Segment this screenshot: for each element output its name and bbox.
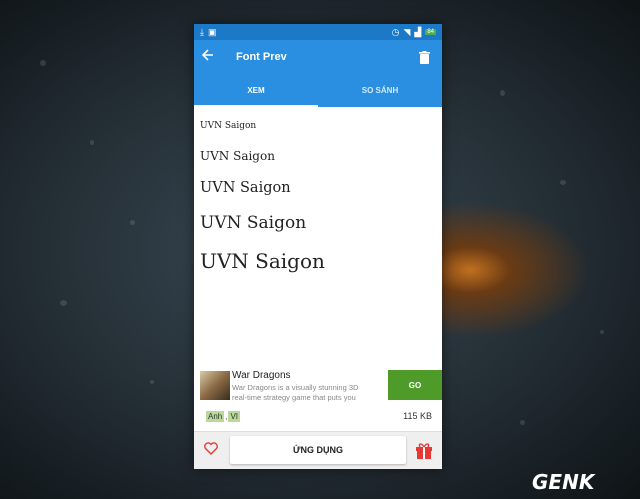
ad-description: War Dragons is a visually stunning 3D re… [232,383,359,402]
app-bar: Font Prev [194,40,442,74]
bottom-bar: ỨNG DỤNG [194,431,442,469]
apps-button[interactable]: ỨNG DỤNG [230,436,406,464]
phone-screen: ⤓ ▣ ◷ ◥ ▟ 84 Font Prev XEM SO SÁNH UVN S… [194,24,442,469]
preview-sample-2: UVN Saigon [200,149,275,163]
preview-sample-5: UVN Saigon [200,249,325,273]
tag-language: Anh [206,411,225,422]
trash-icon[interactable] [414,50,434,64]
heart-icon[interactable] [204,442,220,458]
ad-tags: Anh , VI [206,411,241,422]
download-icon: ⤓ [200,26,204,37]
wifi-icon: ◥ [403,26,411,37]
tab-indicator [194,105,318,107]
file-size: 115 KB [403,411,432,421]
tab-view[interactable]: XEM [194,74,318,107]
preview-sample-1: UVN Saigon [200,121,257,131]
battery-icon: 84 [425,29,436,35]
ad-thumbnail[interactable] [200,371,230,400]
genk-logo: GENK [530,470,630,494]
tag-language: VI [228,411,241,422]
ad-title[interactable]: War Dragons [232,370,291,381]
preview-sample-4: UVN Saigon [200,213,307,233]
page-title: Font Prev [236,51,287,63]
ad-banner[interactable]: War Dragons War Dragons is a visually st… [194,370,442,431]
arrow-left-icon[interactable] [201,48,226,66]
status-bar: ⤓ ▣ ◷ ◥ ▟ 84 [194,24,442,40]
go-button[interactable]: GO [388,370,442,400]
tag-separator: , [225,412,228,421]
tab-compare[interactable]: SO SÁNH [318,74,442,107]
alarm-icon: ◷ [391,26,400,37]
gift-icon[interactable] [415,440,433,460]
tab-bar: XEM SO SÁNH [194,74,442,107]
genk-logo-text: GENK [532,471,596,493]
preview-sample-3: UVN Saigon [200,180,291,196]
font-preview: UVN Saigon UVN Saigon UVN Saigon UVN Sai… [194,107,442,273]
image-icon: ▣ [207,26,217,37]
signal-icon: ▟ [414,26,422,37]
